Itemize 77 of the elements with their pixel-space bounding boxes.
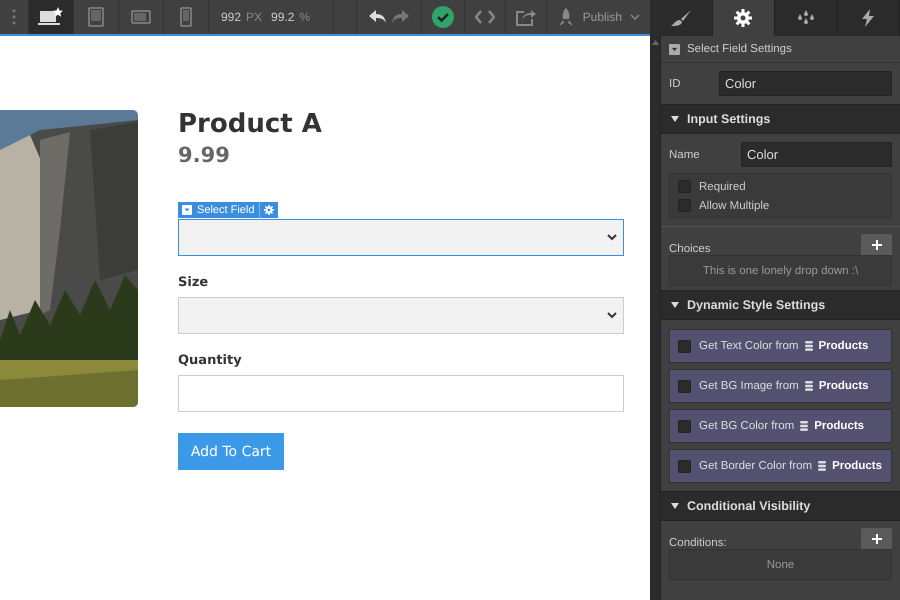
collection-name: Products [818, 340, 868, 352]
triangle-icon [671, 503, 679, 509]
binding-row[interactable]: Get BG Image from Products [669, 369, 892, 403]
checkbox-label: Required [699, 180, 746, 192]
binding-label: Get Text Color from [699, 340, 798, 352]
tablet-icon [88, 7, 104, 27]
lightning-icon [861, 9, 876, 27]
binding-row[interactable]: Get Border Color from Products [669, 449, 892, 483]
landscape-phone-icon [131, 10, 151, 24]
choices-label: Choices [669, 243, 711, 255]
width-unit: PX [246, 10, 262, 24]
binding-row[interactable]: Get Text Color from Products [669, 329, 892, 363]
collection-name: Products [832, 460, 882, 472]
triangle-icon [671, 116, 679, 122]
conditions-label: Conditions: [669, 537, 727, 549]
settings-icon [734, 9, 752, 27]
export-icon[interactable] [516, 8, 536, 26]
select-field[interactable] [178, 297, 624, 334]
plus-icon [872, 240, 882, 250]
triangle-icon [671, 302, 679, 308]
check-icon[interactable] [432, 6, 454, 28]
zoom-value: 99.2 [271, 10, 294, 24]
field-label: Size [178, 274, 210, 291]
settings-tab[interactable] [712, 0, 775, 36]
width-value: 992 [221, 10, 242, 24]
drops-icon [796, 10, 816, 26]
database-icon [804, 381, 813, 391]
undo-icon[interactable] [368, 10, 387, 24]
binding-label: Get BG Color from [699, 420, 794, 432]
select-field[interactable] [178, 219, 624, 256]
chevron-icon [607, 234, 617, 241]
checkbox[interactable] [678, 340, 691, 352]
checkbox[interactable] [678, 380, 691, 392]
desktop-device-button[interactable] [29, 0, 74, 34]
checkbox[interactable] [678, 420, 691, 432]
phone-icon [180, 7, 192, 27]
badge-label: Select Field [197, 204, 254, 216]
binding-label: Get BG Image from [699, 380, 799, 392]
rocket-icon [556, 8, 575, 26]
add-button[interactable] [861, 528, 892, 549]
laptop-star-icon [38, 7, 64, 27]
dropdown-icon [182, 205, 192, 215]
chevron-icon [607, 312, 617, 319]
caret-icon [630, 14, 640, 20]
id-field[interactable]: Color [719, 71, 892, 96]
section-header[interactable]: Dynamic Style Settings [661, 290, 900, 320]
binding-label: Get Border Color from [699, 460, 812, 472]
checkbox-label: Allow Multiple [699, 200, 770, 212]
collection-name: Products [814, 420, 864, 432]
section-header[interactable]: Conditional Visibility [661, 491, 900, 521]
field-label: Quantity [178, 352, 243, 369]
input-field[interactable] [178, 375, 624, 412]
binding-row[interactable]: Get BG Color from Products [669, 409, 892, 443]
name-field[interactable]: Color [741, 142, 892, 167]
brush-icon [670, 9, 692, 27]
zoom-unit: % [299, 10, 310, 24]
checkbox[interactable] [678, 460, 691, 472]
database-icon [804, 341, 812, 351]
checkbox[interactable] [678, 199, 691, 212]
collection-name: Products [818, 380, 869, 392]
dropdown-icon [669, 44, 680, 54]
product-price: 9.99 [178, 142, 231, 169]
section-header[interactable]: Input Settings [661, 104, 900, 134]
panel-header: Select Field Settings [687, 43, 792, 55]
code-icon[interactable] [474, 10, 495, 24]
plus-icon [872, 534, 882, 544]
product-title: Product A [178, 108, 323, 140]
publish-button[interactable]: Publish [546, 0, 650, 34]
checkbox[interactable] [678, 180, 691, 193]
scroll-up-icon[interactable] [652, 40, 658, 45]
name-label: Name [669, 148, 701, 160]
empty-message: None [669, 549, 892, 580]
database-icon [800, 421, 808, 431]
empty-message: This is one lonely drop down :\ [669, 255, 892, 286]
add-button[interactable] [861, 234, 892, 255]
id-label: ID [669, 78, 682, 90]
database-icon [818, 461, 826, 471]
